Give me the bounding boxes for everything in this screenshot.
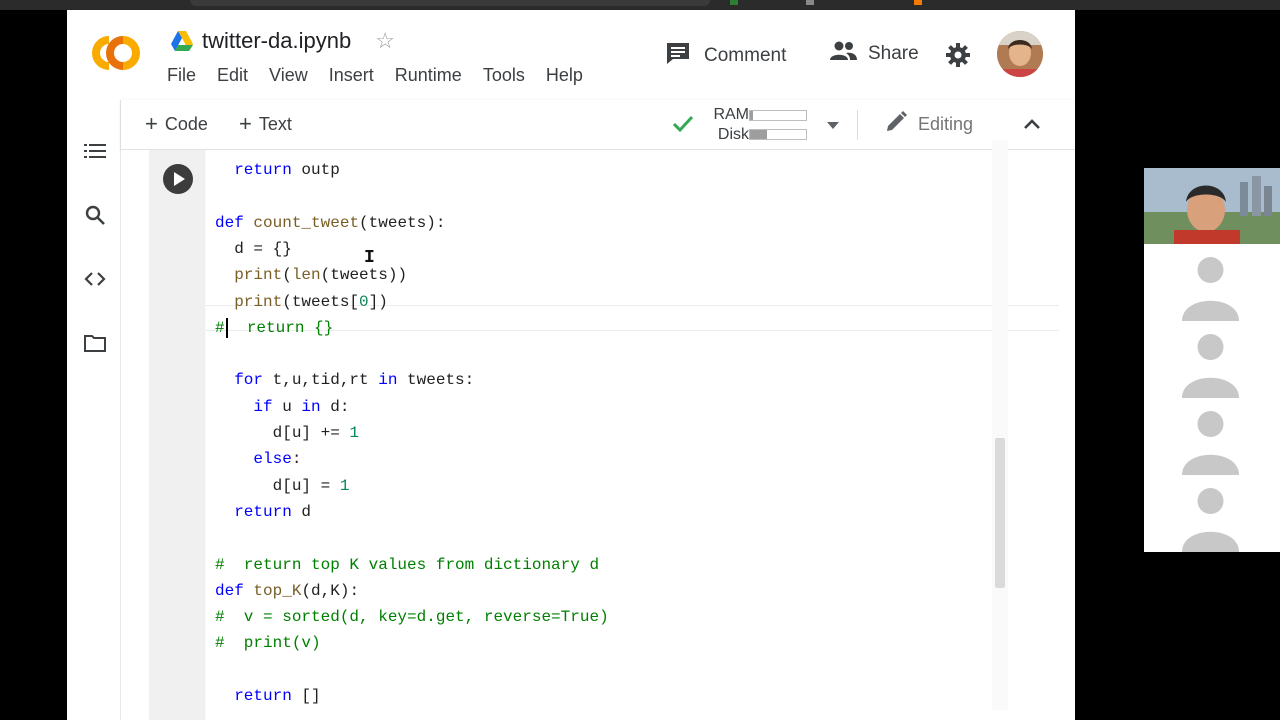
add-text-button[interactable]: + Text [239, 113, 292, 135]
menu-help[interactable]: Help [546, 65, 583, 86]
files-icon[interactable] [84, 332, 106, 354]
code-line: else: [253, 450, 302, 469]
google-drive-icon[interactable] [171, 31, 193, 51]
scrollbar[interactable] [992, 140, 1008, 710]
pencil-icon [885, 111, 907, 138]
participant-tile[interactable] [1172, 398, 1249, 475]
code-line: print(tweets[0]) [234, 292, 388, 311]
code-line: d[u] += 1 [215, 424, 360, 442]
code-cell[interactable]: return outp def count_tweet(tweets): d = … [149, 150, 1059, 720]
video-call-panel [1144, 168, 1280, 552]
code-editor[interactable]: return outp def count_tweet(tweets): d = … [206, 150, 1059, 720]
cell-gutter [149, 150, 205, 720]
participant-tile[interactable] [1172, 244, 1249, 321]
people-icon [829, 41, 857, 66]
comment-button[interactable]: Comment [665, 41, 786, 70]
menu-tools[interactable]: Tools [483, 65, 525, 86]
search-icon[interactable] [84, 204, 106, 226]
code-snippets-icon[interactable] [84, 268, 106, 290]
editing-mode-button[interactable]: Editing [885, 111, 973, 138]
ram-label: RAM [713, 106, 749, 123]
plus-icon: + [239, 111, 252, 136]
extension-icon [730, 0, 738, 5]
menu-file[interactable]: File [167, 65, 196, 86]
resource-labels[interactable]: RAM Disk [705, 105, 749, 145]
add-code-label: Code [164, 113, 208, 134]
code-line: # return {} [215, 317, 334, 338]
browser-tab-strip [190, 0, 710, 6]
scrollbar-thumb[interactable] [995, 438, 1005, 588]
participant-tile[interactable] [1172, 321, 1249, 398]
code-line: return [] [234, 687, 321, 705]
plus-icon: + [145, 111, 158, 136]
share-button[interactable]: Share [829, 41, 919, 66]
speaker-video-tile[interactable] [1144, 168, 1280, 244]
colab-window: twitter-da.ipynb ☆ File Edit View Insert… [67, 10, 1075, 720]
comment-icon [665, 41, 691, 70]
disk-label: Disk [717, 126, 749, 143]
ram-usage-fill [750, 111, 753, 120]
disk-usage-fill [750, 130, 767, 139]
editing-label: Editing [918, 114, 974, 134]
code-line: return d [234, 502, 312, 521]
code-line: def count_tweet(tweets): [215, 213, 446, 232]
code-line: return outp [234, 161, 340, 179]
chevron-up-icon[interactable] [1023, 117, 1041, 135]
toolbar: + Code + Text RAM Disk Editing [121, 100, 1075, 150]
colab-logo[interactable] [87, 32, 145, 74]
participant-tile[interactable] [1172, 475, 1249, 552]
menu-runtime[interactable]: Runtime [395, 65, 462, 86]
code-line: if u in d: [253, 397, 350, 416]
menu-insert[interactable]: Insert [329, 65, 374, 86]
code-line: # return top K values from dictionary d [215, 555, 600, 574]
code-line: d = {} [215, 239, 292, 258]
code-line: print(len(tweets)) [234, 266, 408, 285]
notebook-title[interactable]: twitter-da.ipynb [202, 28, 351, 54]
extension-icon [914, 0, 922, 5]
code-line: d[u] = 1 [215, 476, 350, 495]
code-line: # print(v) [215, 634, 321, 653]
notebook-area: return outp def count_tweet(tweets): d = … [121, 150, 1075, 720]
add-text-label: Text [258, 113, 292, 134]
toolbar-divider [857, 110, 858, 140]
run-cell-button[interactable] [163, 164, 193, 194]
comment-label: Comment [704, 44, 787, 66]
add-code-button[interactable]: + Code [145, 113, 208, 135]
disk-usage-bar[interactable] [749, 129, 807, 140]
menu-view[interactable]: View [269, 65, 308, 86]
star-icon[interactable]: ☆ [375, 30, 395, 52]
code-line: for t,u,tid,rt in tweets: [234, 371, 475, 390]
chevron-down-icon[interactable] [827, 122, 839, 129]
play-icon [174, 172, 185, 186]
gear-icon[interactable] [945, 42, 971, 73]
menu-edit[interactable]: Edit [217, 65, 248, 86]
avatar[interactable] [997, 31, 1043, 77]
text-cursor-icon: I [364, 248, 375, 268]
table-of-contents-icon[interactable] [84, 140, 106, 162]
share-label: Share [868, 42, 919, 64]
menubar: File Edit View Insert Runtime Tools Help [167, 65, 604, 86]
code-line: def top_K(d,K): [215, 581, 360, 600]
header: twitter-da.ipynb ☆ File Edit View Insert… [67, 10, 1075, 100]
left-sidebar [67, 100, 121, 720]
code-line: # v = sorted(d, key=d.get, reverse=True) [215, 608, 609, 627]
extension-icon [806, 0, 814, 5]
ram-usage-bar[interactable] [749, 110, 807, 121]
browser-top-strip [0, 0, 1280, 10]
connected-check-icon [671, 112, 695, 141]
title-row: twitter-da.ipynb ☆ [171, 25, 395, 57]
